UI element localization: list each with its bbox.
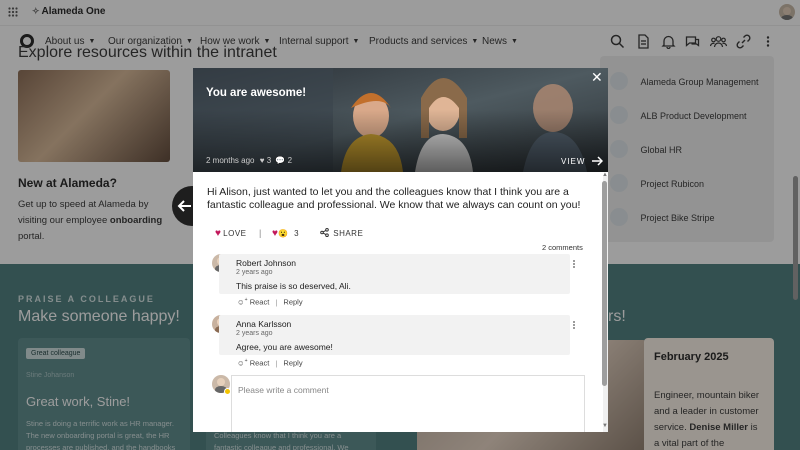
- close-icon[interactable]: ✕: [591, 70, 603, 84]
- hero-time: 2 months ago: [206, 156, 255, 165]
- reply-button[interactable]: Reply: [283, 298, 302, 307]
- comment-text: This praise is so deserved, Ali.: [236, 281, 351, 291]
- more-icon[interactable]: [572, 320, 576, 330]
- praise-modal: You are awesome! ✕ 2 months ago ♥ 3 💬 2 …: [193, 68, 608, 432]
- comment-text: Agree, you are awesome!: [236, 342, 333, 352]
- comment-item: Anna Karlsson 2 years ago Agree, you are…: [219, 315, 575, 355]
- arrow-left-icon: [177, 198, 193, 214]
- praise-hero: You are awesome! ✕ 2 months ago ♥ 3 💬 2 …: [193, 68, 608, 172]
- modal-scrollbar[interactable]: [602, 181, 607, 386]
- view-button[interactable]: VIEW: [561, 156, 603, 166]
- comment-author[interactable]: Anna Karlsson: [236, 319, 291, 329]
- reaction-summary[interactable]: ♥😮 3: [272, 228, 299, 239]
- love-button[interactable]: ♥ LOVE: [215, 228, 247, 239]
- wow-emoji-icon: 😮: [277, 229, 288, 238]
- heart-icon: ♥: [215, 228, 221, 239]
- comments-count[interactable]: 2 comments: [542, 243, 583, 252]
- comment-input[interactable]: Please write a comment: [231, 375, 585, 432]
- comment-time: 2 years ago: [236, 269, 273, 276]
- react-icon: ☺: [237, 358, 245, 368]
- arrow-right-icon: [591, 156, 603, 166]
- comment-actions: ☺+ React | Reply: [237, 297, 303, 307]
- react-button[interactable]: React: [250, 298, 270, 307]
- react-button[interactable]: React: [250, 359, 270, 368]
- share-icon: [320, 228, 329, 237]
- react-icon: ☺: [237, 297, 245, 307]
- hero-likes: 3: [266, 156, 272, 165]
- reply-button[interactable]: Reply: [283, 359, 302, 368]
- reaction-divider: |: [259, 228, 262, 238]
- hero-meta: 2 months ago ♥ 3 💬 2: [206, 156, 292, 165]
- hero-title: You are awesome!: [206, 87, 307, 99]
- scroll-up-icon[interactable]: ▲: [602, 172, 608, 178]
- hero-comments: 2: [287, 156, 293, 165]
- comment-author[interactable]: Robert Johnson: [236, 258, 296, 268]
- comment-actions: ☺+ React | Reply: [237, 358, 303, 368]
- heart-icon: ♥: [259, 156, 265, 165]
- comment-item: Robert Johnson 2 years ago This praise i…: [219, 254, 575, 294]
- scroll-down-icon[interactable]: ▼: [602, 423, 608, 429]
- comment-icon: 💬: [275, 156, 286, 165]
- comment-time: 2 years ago: [236, 330, 273, 337]
- share-button[interactable]: SHARE: [320, 228, 363, 238]
- praise-message: Hi Alison, just wanted to let you and th…: [207, 186, 581, 211]
- status-badge: [224, 388, 231, 395]
- more-icon[interactable]: [572, 259, 576, 269]
